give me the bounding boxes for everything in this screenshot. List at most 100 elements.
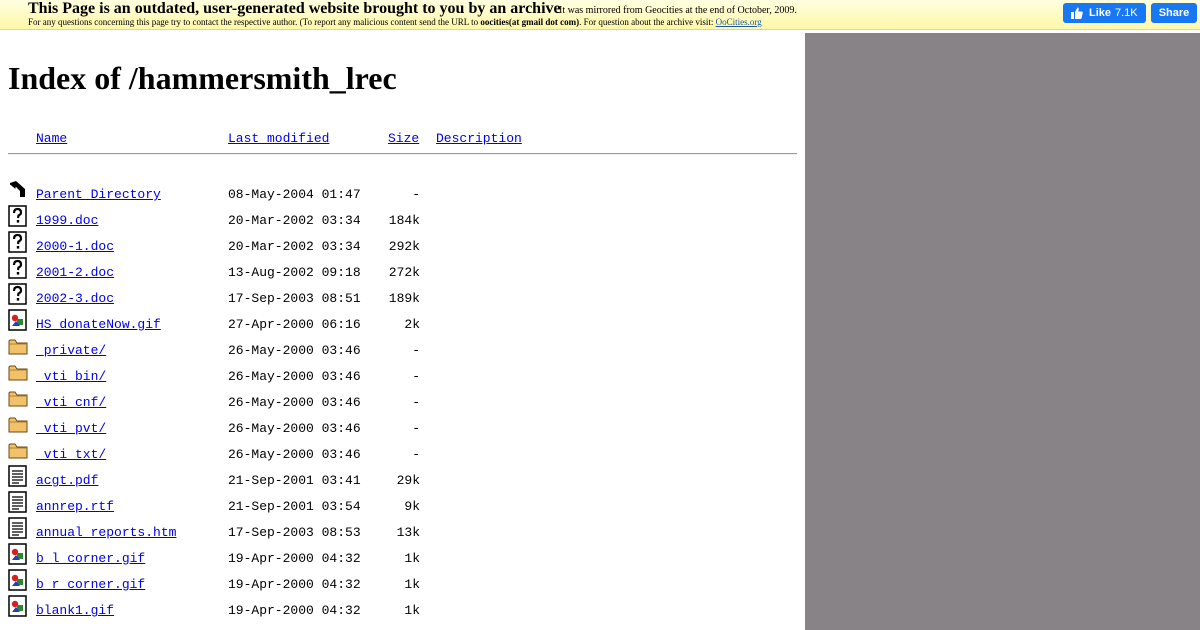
file-link[interactable]: b_l_corner.gif [36,551,145,566]
text-file-icon [8,491,27,513]
file-size: 184k [388,213,420,228]
unknown-file-icon [8,257,27,279]
file-link[interactable]: b_r_corner.gif [36,577,145,592]
table-row: acgt.pdf 21-Sep-2001 03:41 29k [0,465,800,499]
back-icon [9,181,25,197]
file-size: 13k [396,525,420,540]
table-row: _vti_txt/26-May-2000 03:46 - [0,443,800,473]
file-size: 189k [388,291,420,306]
banner-contact-suffix: . For question about the archive visit: [579,17,716,27]
file-size: 2k [404,317,420,332]
file-link[interactable]: 2000-1.doc [36,239,114,254]
text-file-icon [8,465,27,487]
folder-icon [8,361,28,383]
text-file-icon [8,491,28,513]
file-size: 1k [404,603,420,618]
folder-icon [8,417,28,433]
facebook-share-button[interactable]: Share [1151,3,1197,23]
file-link[interactable]: blank1.gif [36,603,114,618]
image-file-icon [8,543,27,565]
table-row: 2000-1.doc 20-Mar-2002 03:34 292k [0,231,800,265]
table-row: Parent Directory 08-May-2004 01:47 - [0,181,800,213]
table-row: _private/26-May-2000 03:46 - [0,339,800,369]
last-modified: 26-May-2000 03:46 [228,395,361,410]
last-modified: 08-May-2004 01:47 [228,187,361,202]
facebook-like-button[interactable]: Like 7.1K [1063,3,1146,23]
folder-icon [8,365,28,381]
side-panel [805,33,1200,630]
file-link[interactable]: 2002-3.doc [36,291,114,306]
text-file-icon [8,465,28,487]
banner-contact-line: For any questions concerning this page t… [28,17,762,27]
banner-mirror-note: It was mirrored from Geocities at the en… [559,5,797,16]
file-size: 29k [396,473,420,488]
file-size: 1k [404,551,420,566]
table-row: annrep.rtf 21-Sep-2001 03:54 9k [0,491,800,525]
file-size: - [412,395,420,410]
file-size: 9k [404,499,420,514]
table-row: HS_donateNow.gif 27-Apr-2000 06:16 2k [0,309,800,343]
image-file-icon [8,569,27,591]
last-modified: 26-May-2000 03:46 [228,447,361,462]
unknown-file-icon [8,283,27,305]
image-file-icon [8,543,28,565]
folder-icon [8,391,28,407]
last-modified: 26-May-2000 03:46 [228,343,361,358]
last-modified: 19-Apr-2000 04:32 [228,551,361,566]
file-size: 292k [388,239,420,254]
file-link[interactable]: 2001-2.doc [36,265,114,280]
text-file-icon [8,517,28,539]
file-link[interactable]: annrep.rtf [36,499,114,514]
last-modified: 19-Apr-2000 04:32 [228,603,361,618]
last-modified: 20-Mar-2002 03:34 [228,239,361,254]
unknown-file-icon [8,283,28,305]
text-file-icon [8,517,27,539]
unknown-file-icon [8,257,28,279]
last-modified: 27-Apr-2000 06:16 [228,317,361,332]
unknown-file-icon [8,231,28,253]
archive-banner: This Page is an outdated, user-generated… [0,0,1200,30]
last-modified: 17-Sep-2003 08:51 [228,291,361,306]
file-size: - [412,187,420,202]
folder-icon [8,387,28,409]
file-size: - [412,343,420,358]
back-icon [8,179,28,201]
file-link[interactable]: acgt.pdf [36,473,98,488]
sort-by-name-link[interactable]: Name [36,131,67,146]
last-modified: 26-May-2000 03:46 [228,421,361,436]
file-link[interactable]: _vti_cnf/ [36,395,106,410]
thumbs-up-icon [1071,7,1083,19]
table-row: 2002-3.doc 17-Sep-2003 08:51 189k [0,283,800,317]
table-row: annual_reports.htm 17-Sep-2003 08:53 13k [0,517,800,551]
file-link[interactable]: HS_donateNow.gif [36,317,161,332]
last-modified: 26-May-2000 03:46 [228,369,361,384]
page-title: Index of /hammersmith_lrec [8,60,397,96]
folder-icon [8,335,28,357]
unknown-file-icon [8,205,27,227]
file-link[interactable]: _vti_pvt/ [36,421,106,436]
sort-by-description-link[interactable]: Description [436,131,522,146]
file-link[interactable]: _vti_bin/ [36,369,106,384]
table-row: 1999.doc 20-Mar-2002 03:34 184k [0,205,800,239]
file-link[interactable]: Parent Directory [36,187,161,202]
folder-icon [8,339,28,355]
image-file-icon [8,309,27,331]
sort-by-modified-link[interactable]: Last modified [228,131,329,146]
like-label: Like [1089,7,1112,19]
file-link[interactable]: _vti_txt/ [36,447,106,462]
archive-link[interactable]: OoCities.org [716,17,762,27]
file-size: - [412,421,420,436]
file-link[interactable]: 1999.doc [36,213,98,228]
last-modified: 21-Sep-2001 03:54 [228,499,361,514]
file-size: 1k [404,577,420,592]
unknown-file-icon [8,231,27,253]
table-row: b_l_corner.gif 19-Apr-2000 04:32 1k [0,543,800,577]
file-link[interactable]: annual_reports.htm [36,525,176,540]
image-file-icon [8,569,28,591]
table-row: blank1.gif 19-Apr-2000 04:32 1k [0,595,800,629]
table-row: _vti_cnf/26-May-2000 03:46 - [0,391,800,421]
last-modified: 17-Sep-2003 08:53 [228,525,361,540]
file-link[interactable]: _private/ [36,343,106,358]
file-size: 272k [388,265,420,280]
sort-by-size-link[interactable]: Size [388,131,419,146]
